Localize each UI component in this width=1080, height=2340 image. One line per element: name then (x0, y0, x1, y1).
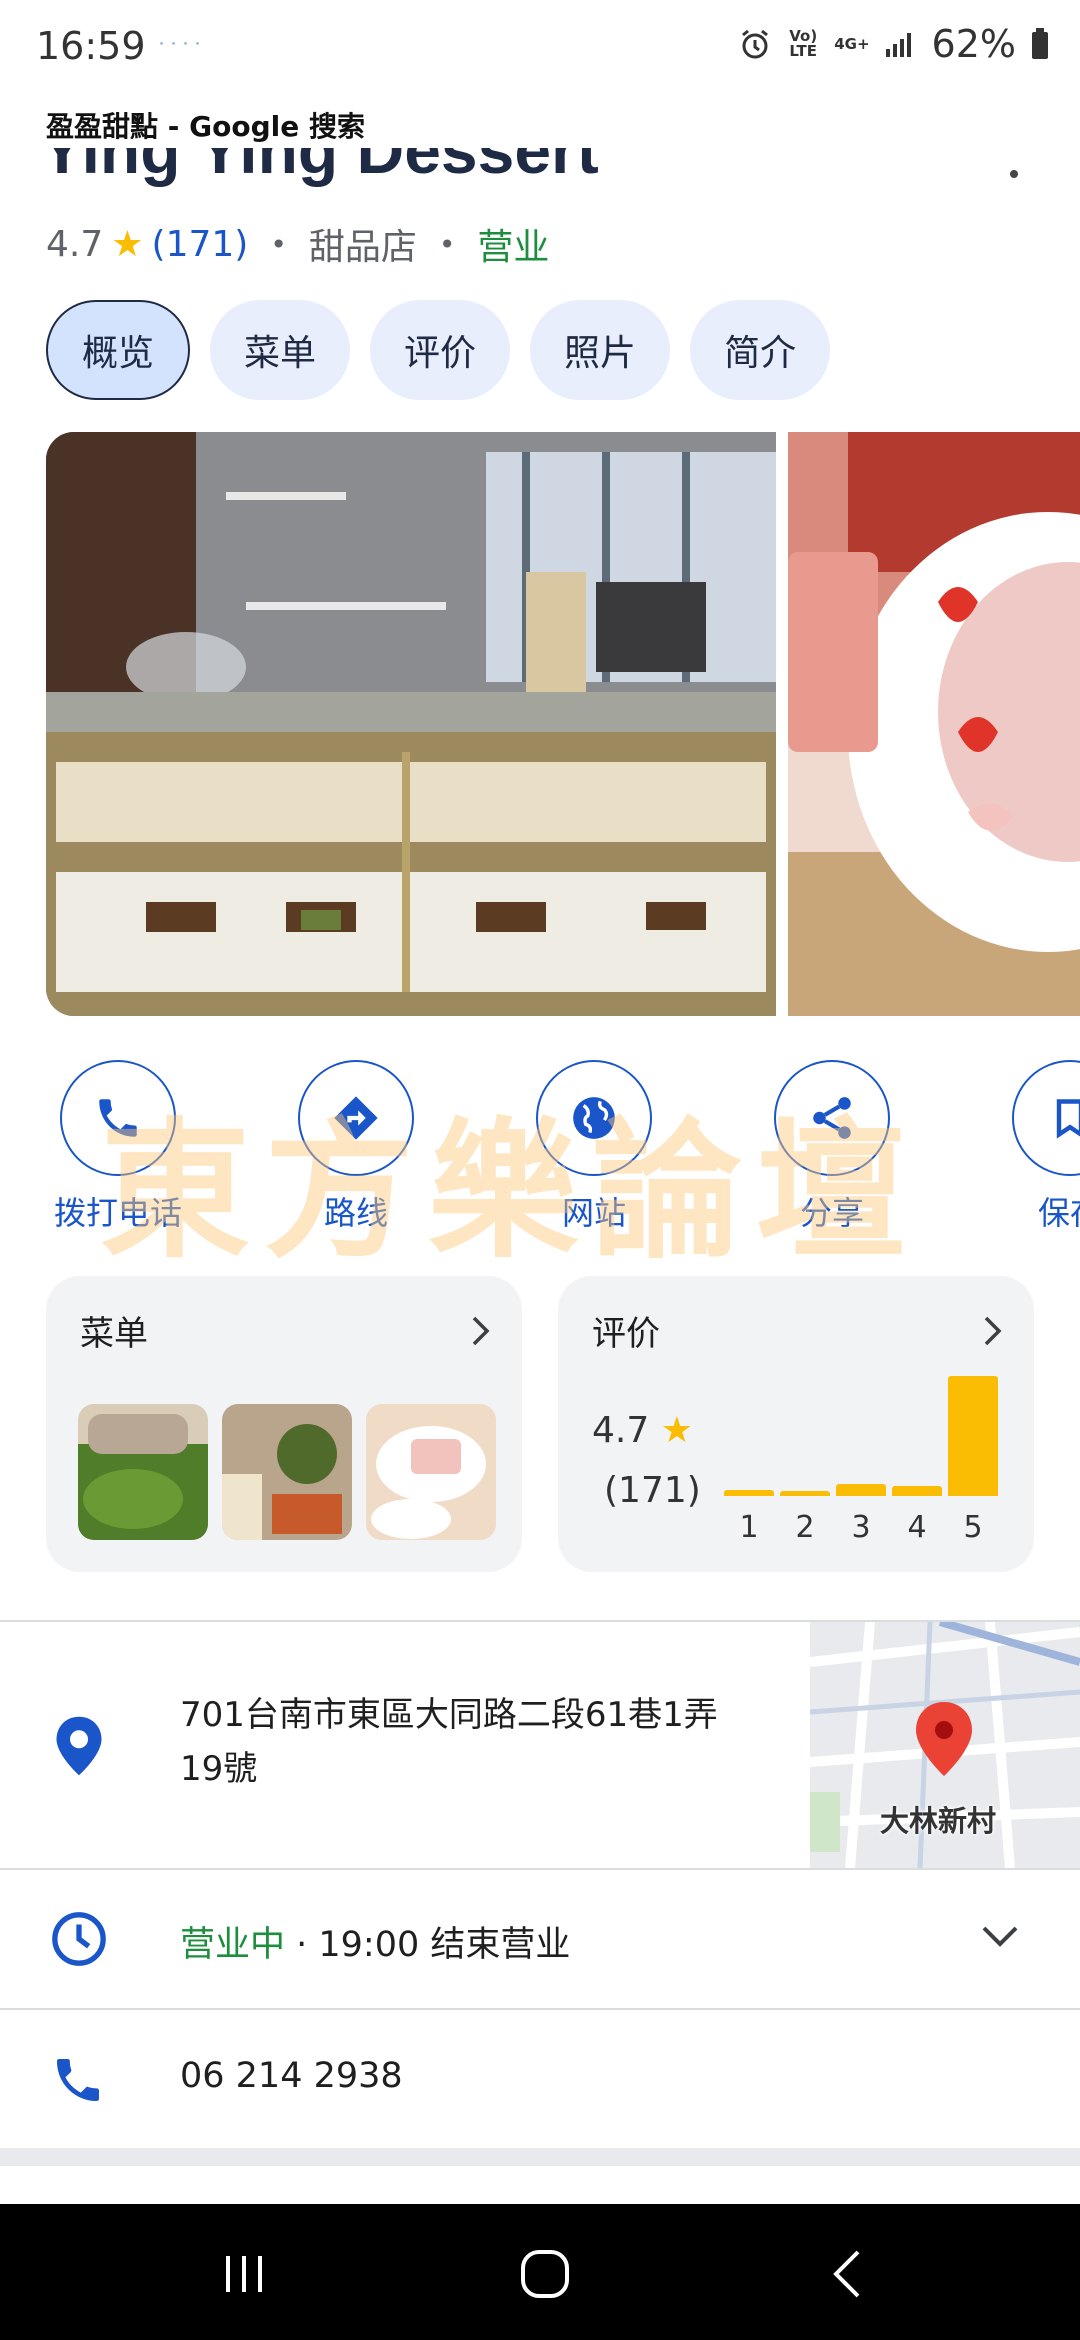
rating-bar-2 (780, 1491, 830, 1496)
status-activity-dots: ˙˙˙˙ (156, 40, 204, 65)
rating-bar-1 (724, 1490, 774, 1496)
tab-about[interactable]: 简介 (690, 300, 831, 400)
network-type: 4G+ (834, 34, 870, 53)
strawberry-dessert-illustration (788, 432, 1080, 1016)
menu-card-title: 菜单 (80, 1314, 148, 1354)
phone-icon (99, 1099, 137, 1137)
rating-bar-4 (892, 1486, 942, 1496)
tab-overview[interactable]: 概览 (46, 300, 191, 400)
action-circle[interactable] (536, 1060, 652, 1176)
category-label: 甜品店 (308, 227, 417, 268)
review-count-link[interactable]: (171) (152, 224, 249, 265)
menu-card[interactable]: 菜单 (46, 1276, 522, 1572)
status-time: 16:59 (36, 24, 146, 68)
signal-icon (885, 33, 911, 57)
action-label: 路线 (323, 1194, 388, 1232)
rating-bar-label: 2 (795, 1510, 815, 1545)
hours-closing-time: · 19:00 结束营业 (285, 1925, 571, 1965)
save-action[interactable]: 保存 (970, 1060, 1080, 1234)
menu-thumb-dessert-set[interactable] (222, 1404, 352, 1540)
reviews-rating-value: 4.7 (592, 1410, 650, 1451)
tab-menu[interactable]: 菜单 (210, 300, 351, 400)
home-icon[interactable] (515, 2244, 575, 2304)
chevron-down-icon[interactable] (980, 1922, 1020, 1952)
status-bar: 16:59 ˙˙˙˙ Vo) LTE 4G+ 62% (0, 0, 1080, 100)
phone-row[interactable]: 06 214 2938 (0, 2010, 1080, 2146)
rating-bar-label: 3 (851, 1510, 871, 1545)
business-name-clipped: Ying Ying Dessert (40, 148, 1000, 194)
star-icon: ★ (660, 1410, 693, 1451)
share-icon (813, 1097, 851, 1139)
address-line-1: 701台南市東區大同路二段61巷1弄 (180, 1695, 718, 1735)
back-icon[interactable] (818, 2244, 878, 2304)
website-action[interactable]: 网站 (494, 1060, 694, 1234)
directions-icon (334, 1096, 378, 1140)
hours-row[interactable]: 营业中 · 19:00 结束营业 (0, 1870, 1080, 2008)
rating-bar-3 (836, 1484, 886, 1496)
rating-value: 4.7 (46, 223, 104, 265)
address-line-2: 19號 (180, 1749, 258, 1789)
address-row[interactable]: 701台南市東區大同路二段61巷1弄 19號 大林新村 (0, 1622, 1080, 1868)
rating-bar-label: 1 (739, 1510, 759, 1545)
chevron-right-icon (472, 1316, 490, 1346)
rating-bar-label: 5 (963, 1510, 983, 1545)
section-separator (0, 2148, 1080, 2166)
reviews-card-title: 评价 (592, 1314, 660, 1354)
action-circle[interactable] (774, 1060, 890, 1176)
menu-thumb-matcha-roll[interactable] (78, 1404, 208, 1540)
tab-photos[interactable]: 照片 (530, 300, 671, 400)
reviews-rating: 4.7 ★ (592, 1410, 693, 1451)
location-pin-icon (56, 1716, 102, 1776)
bookmark-icon (1056, 1099, 1080, 1139)
open-status: 营业 (477, 227, 550, 268)
menu-thumbnails (78, 1404, 496, 1540)
hours-text: 营业中 · 19:00 结束营业 (180, 1916, 570, 1967)
volte-indicator: Vo) LTE (789, 27, 818, 60)
reviews-card[interactable]: 评价 4.7 ★ (171) 1 2 3 4 5 (558, 1276, 1034, 1572)
separator-dot: • (438, 227, 456, 261)
action-buttons: 拨打电话 路线 网站 分享 保 (0, 1060, 1080, 1240)
dessert-counter-illustration (46, 432, 776, 1016)
action-label: 分享 (799, 1194, 864, 1232)
recent-apps-icon[interactable] (214, 2244, 274, 2304)
share-action[interactable]: 分享 (732, 1060, 932, 1234)
call-action[interactable]: 拨打电话 (18, 1060, 218, 1234)
action-label: 拨打电话 (53, 1194, 182, 1232)
globe-icon (573, 1097, 615, 1139)
status-icons: Vo) LTE 4G+ 62% (738, 22, 1050, 66)
alarm-icon (742, 29, 769, 59)
action-label: 保存 (1037, 1194, 1080, 1232)
reviews-count: (171) (604, 1470, 701, 1511)
action-label: 网站 (561, 1194, 626, 1232)
map-place-label: 大林新村 (880, 1804, 997, 1838)
hours-open-status: 营业中 (180, 1925, 286, 1965)
battery-icon (1032, 28, 1048, 59)
address-text: 701台南市東區大同路二段61巷1弄 19號 (180, 1688, 780, 1796)
business-name: Ying Ying Dessert (40, 148, 599, 187)
phone-icon (57, 2059, 99, 2101)
menu-thumb-plate[interactable] (366, 1404, 496, 1540)
photo-dessert-counter[interactable] (46, 432, 776, 1016)
more-options-icon[interactable] (1010, 170, 1018, 178)
rating-distribution-chart: 1 2 3 4 5 (724, 1376, 1014, 1545)
star-icon: ★ (111, 223, 144, 265)
action-circle[interactable] (60, 1060, 176, 1176)
battery-percent: 62% (931, 22, 1016, 66)
rating-bar-label: 4 (907, 1510, 927, 1545)
rating-bar-5 (948, 1376, 998, 1496)
tab-bar: 概览 菜单 评价 照片 简介 (46, 300, 831, 400)
action-circle[interactable] (298, 1060, 414, 1176)
clock-icon (52, 1912, 106, 1966)
rating-row: 4.7 ★ (171) • 甜品店 • 营业 (46, 218, 549, 270)
map-thumbnail[interactable]: 大林新村 (810, 1622, 1080, 1868)
separator-dot: • (270, 227, 287, 261)
page-title: 盈盈甜點 - Google 搜索 (46, 110, 365, 143)
chevron-right-icon (984, 1316, 1002, 1346)
action-circle[interactable] (1012, 1060, 1080, 1176)
directions-action[interactable]: 路线 (256, 1060, 456, 1234)
tab-reviews[interactable]: 评价 (370, 300, 511, 400)
photo-strawberry-dessert[interactable] (788, 432, 1080, 1016)
system-nav-bar (0, 2204, 1080, 2340)
phone-number: 06 214 2938 (180, 2056, 403, 2096)
